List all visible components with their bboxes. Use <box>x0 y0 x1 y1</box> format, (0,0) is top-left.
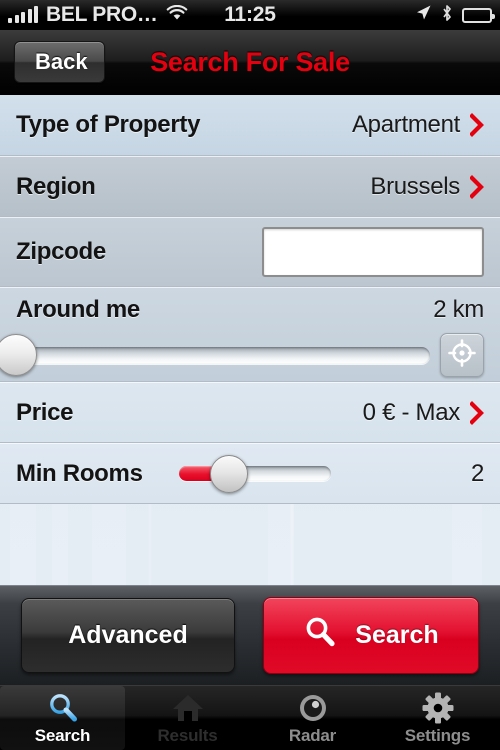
tab-label: Radar <box>288 725 337 745</box>
tab-label: Search <box>34 725 91 745</box>
search-form: Type of Property Apartment Region Brusse… <box>0 95 500 585</box>
form-row-value: 0 € - Max <box>362 398 461 426</box>
clock-label: 11:25 <box>224 3 276 26</box>
chevron-right-icon <box>470 174 484 199</box>
around-me-control: Around me 2 km <box>0 294 484 377</box>
crosshair-icon <box>448 338 476 372</box>
battery-icon <box>462 7 495 23</box>
navigation-bar: Back Search For Sale <box>0 30 500 95</box>
chevron-right-icon <box>470 400 484 425</box>
form-row-value: Apartment <box>351 111 460 138</box>
form-row-region[interactable]: Region Brussels <box>0 156 500 217</box>
form-row-label: Zipcode <box>16 238 106 265</box>
status-bar: BEL PRO… 11:25 <box>0 0 500 30</box>
form-row-label: Region <box>16 172 96 200</box>
app-screen: BEL PRO… 11:25 Back Search For Sale Type… <box>0 0 500 750</box>
zipcode-input[interactable] <box>262 227 484 277</box>
form-row-label: Around me <box>16 296 140 323</box>
form-row-around-me: Around me 2 km <box>0 287 500 382</box>
form-row-value: 2 <box>470 459 484 487</box>
chevron-right-icon <box>470 113 484 137</box>
home-icon <box>171 691 205 725</box>
form-row-min-rooms: Min Rooms 2 <box>0 443 500 504</box>
form-row-value: 2 km <box>433 296 484 323</box>
around-me-slider[interactable] <box>0 334 430 376</box>
tab-label: Results <box>157 725 218 745</box>
action-bar: Advanced Search <box>0 585 500 685</box>
tab-bar: Search Results Radar Settings <box>0 685 500 750</box>
form-row-price[interactable]: Price 0 € - Max <box>0 382 500 443</box>
tab-results[interactable]: Results <box>125 686 250 750</box>
gear-icon <box>422 691 454 725</box>
tab-settings[interactable]: Settings <box>375 686 500 750</box>
form-row-value: Brussels <box>370 172 460 200</box>
advanced-button-label: Advanced <box>68 621 188 649</box>
tab-label: Settings <box>404 725 471 745</box>
form-row-zipcode: Zipcode <box>0 217 500 287</box>
form-row-label: Price <box>16 398 74 426</box>
slider-knob[interactable] <box>209 454 248 493</box>
locate-me-button[interactable] <box>440 333 484 377</box>
advanced-button[interactable]: Advanced <box>21 598 235 673</box>
search-button[interactable]: Search <box>263 597 479 674</box>
back-button-label: Back <box>35 49 88 74</box>
magnifier-icon <box>303 615 337 656</box>
min-rooms-slider[interactable] <box>178 454 331 493</box>
form-row-type-of-property[interactable]: Type of Property Apartment <box>0 95 500 156</box>
slider-knob[interactable] <box>0 334 37 376</box>
form-row-label: Min Rooms <box>16 459 143 487</box>
tab-search[interactable]: Search <box>0 686 125 750</box>
tab-radar[interactable]: Radar <box>250 686 375 750</box>
radar-icon <box>297 691 329 725</box>
search-button-label: Search <box>355 621 439 649</box>
form-row-label: Type of Property <box>16 111 201 138</box>
magnifier-icon <box>47 691 79 725</box>
form-rows: Type of Property Apartment Region Brusse… <box>0 95 500 504</box>
back-button[interactable]: Back <box>14 41 105 83</box>
